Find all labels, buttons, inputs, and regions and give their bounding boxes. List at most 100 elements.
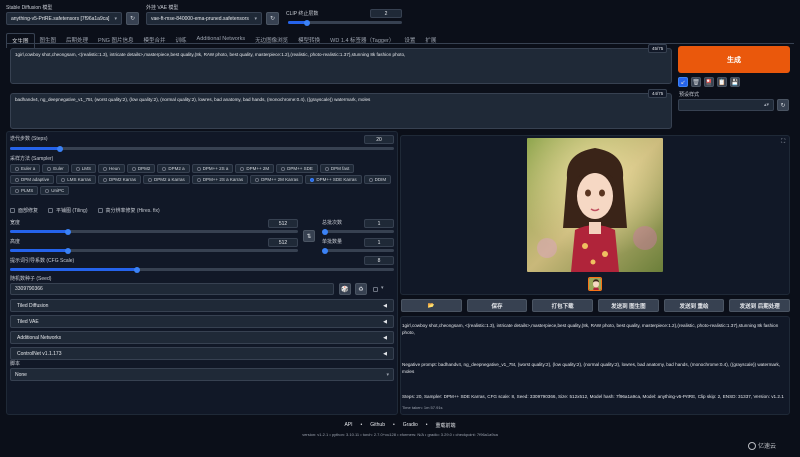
height-slider-thumb[interactable] [64, 247, 71, 254]
seed-input[interactable]: 3309790366 [10, 283, 334, 295]
generate-button[interactable]: 生成 [678, 46, 790, 73]
sampler-radio[interactable] [103, 177, 108, 182]
sampler-option[interactable]: DPM2 [126, 164, 156, 173]
refresh-vae-button[interactable]: ↻ [266, 12, 279, 25]
sampler-option[interactable]: DPM++ SDE [276, 164, 318, 173]
tab-8[interactable]: 模型转换 [293, 33, 325, 48]
tab-9[interactable]: WD 1.4 标签器（Tagger） [325, 33, 399, 48]
extra-networks-button[interactable]: 🎴 [704, 77, 714, 87]
output-action-button[interactable]: 发送到 后期处理 [729, 299, 791, 312]
sampler-radio[interactable] [148, 177, 153, 182]
sampler-radio[interactable] [324, 166, 329, 171]
sampler-option[interactable]: Heun [98, 164, 125, 173]
height-slider[interactable] [10, 247, 298, 254]
hires-option[interactable]: 高分辨率修复 (Hires. fix) [97, 207, 160, 214]
tab-0[interactable]: 文生图 [6, 33, 35, 48]
sampler-option[interactable]: DPM fast [319, 164, 355, 173]
tiling-option[interactable]: 平铺图 (Tiling) [48, 207, 88, 214]
sampler-option[interactable]: DPM++ 2M [235, 164, 275, 173]
batch-size-thumb[interactable] [322, 247, 328, 254]
sampler-option[interactable]: DPM2 a Karras [143, 175, 190, 184]
output-action-button[interactable]: 打包下载 [532, 299, 594, 312]
sampler-radio[interactable] [131, 166, 136, 171]
clip-slider[interactable] [288, 19, 402, 26]
sampler-radio[interactable] [196, 177, 201, 182]
batch-size-slider[interactable] [322, 247, 394, 254]
sampler-radio[interactable] [75, 166, 80, 171]
sampler-option[interactable]: DPM++ 2M Karras [250, 175, 304, 184]
apply-style-button[interactable]: 📋 [717, 77, 727, 87]
generated-image[interactable] [527, 138, 663, 272]
sampler-option[interactable]: Euler [42, 164, 69, 173]
sampler-option[interactable]: DPM++ 2S a Karras [191, 175, 249, 184]
sd-model-select[interactable]: anything-v5-PrtRE.safetensors [7f96a1a9c… [6, 12, 122, 25]
cfg-slider[interactable] [10, 266, 394, 273]
vae-select[interactable]: vae-ft-mse-840000-ema-pruned.safetensors… [146, 12, 262, 25]
cfg-number-input[interactable]: 8 [364, 256, 394, 265]
sampler-radio[interactable] [196, 166, 201, 171]
steps-slider-thumb[interactable] [56, 145, 63, 152]
tab-7[interactable]: 无边图像浏览 [250, 33, 293, 48]
tab-5[interactable]: 训练 [171, 33, 192, 48]
sampler-option[interactable]: DPM2 Karras [98, 175, 142, 184]
sampler-radio[interactable] [368, 177, 373, 182]
tab-3[interactable]: PNG 图片信息 [93, 33, 138, 48]
save-style-button[interactable]: 💾 [730, 77, 740, 87]
sampler-radio[interactable] [255, 177, 260, 182]
restore-faces-checkbox[interactable] [10, 208, 15, 213]
styles-select[interactable]: ▴▾ [678, 99, 774, 111]
footer-link[interactable]: 重载前端 [436, 422, 456, 429]
tiling-checkbox[interactable] [48, 208, 54, 213]
steps-slider[interactable] [10, 145, 394, 152]
sampler-radio[interactable] [310, 177, 315, 182]
accordion-0[interactable]: Tiled Diffusion ◀ [10, 299, 394, 312]
footer-link[interactable]: Github [370, 422, 385, 429]
sampler-radio[interactable] [47, 166, 52, 171]
steps-number-input[interactable]: 20 [364, 135, 394, 144]
width-slider-thumb[interactable] [64, 228, 71, 235]
clip-number-input[interactable]: 2 [370, 9, 402, 18]
accordion-3[interactable]: ControlNet v1.1.173 ◀ [10, 347, 394, 360]
clip-slider-thumb[interactable] [304, 19, 311, 26]
batch-size-input[interactable]: 1 [364, 238, 394, 247]
read-params-button[interactable]: ↙ [678, 77, 688, 87]
trash-button[interactable]: 🗑 [691, 77, 701, 87]
sampler-option[interactable]: Euler a [10, 164, 41, 173]
sampler-option[interactable]: DDIM [363, 175, 392, 184]
footer-link[interactable]: Gradio [403, 422, 418, 429]
refresh-styles-button[interactable]: ↻ [777, 99, 789, 111]
width-slider[interactable] [10, 228, 298, 235]
sampler-radio[interactable] [162, 166, 167, 171]
extra-seed-checkbox[interactable] [373, 287, 378, 292]
batch-count-input[interactable]: 1 [364, 219, 394, 228]
refresh-model-button[interactable]: ↻ [126, 12, 139, 25]
sampler-option[interactable]: DPM++ SDE Karras [305, 175, 362, 184]
hires-checkbox[interactable] [97, 208, 103, 213]
sampler-option[interactable]: LMS [70, 164, 97, 173]
height-number-input[interactable]: 512 [268, 238, 298, 247]
sampler-option[interactable]: UniPC [40, 186, 70, 195]
tab-6[interactable]: Additional Networks [192, 33, 251, 48]
sampler-radio[interactable] [240, 166, 245, 171]
sampler-radio[interactable] [61, 177, 66, 182]
tab-1[interactable]: 图生图 [35, 33, 62, 48]
swap-dimensions-button[interactable]: ⇅ [303, 230, 315, 242]
sampler-radio[interactable] [281, 166, 286, 171]
gallery-thumbnail[interactable] [588, 277, 602, 291]
sampler-option[interactable]: PLMS [10, 186, 39, 195]
batch-count-thumb[interactable] [322, 228, 328, 235]
sampler-radio[interactable] [103, 166, 108, 171]
script-select[interactable]: None ▾ [10, 368, 394, 381]
tab-11[interactable]: 扩展 [420, 33, 441, 48]
sampler-option[interactable]: DPM2 a [157, 164, 190, 173]
sampler-radio[interactable] [15, 166, 19, 171]
accordion-2[interactable]: Additional Networks ◀ [10, 331, 394, 344]
positive-prompt-input[interactable]: 1girl,cowboy shot,cheongsam, <(realistic… [10, 48, 672, 84]
output-action-button[interactable]: 发送到 图生图 [598, 299, 659, 312]
output-action-button[interactable]: 保存 [466, 299, 528, 312]
tab-10[interactable]: 设置 [399, 33, 420, 48]
fullscreen-icon[interactable]: ⛶ [781, 139, 785, 146]
output-action-button[interactable]: 发送到 重绘 [663, 299, 725, 312]
sampler-option[interactable]: DPM adaptive [10, 175, 55, 184]
sampler-radio[interactable] [45, 188, 50, 193]
